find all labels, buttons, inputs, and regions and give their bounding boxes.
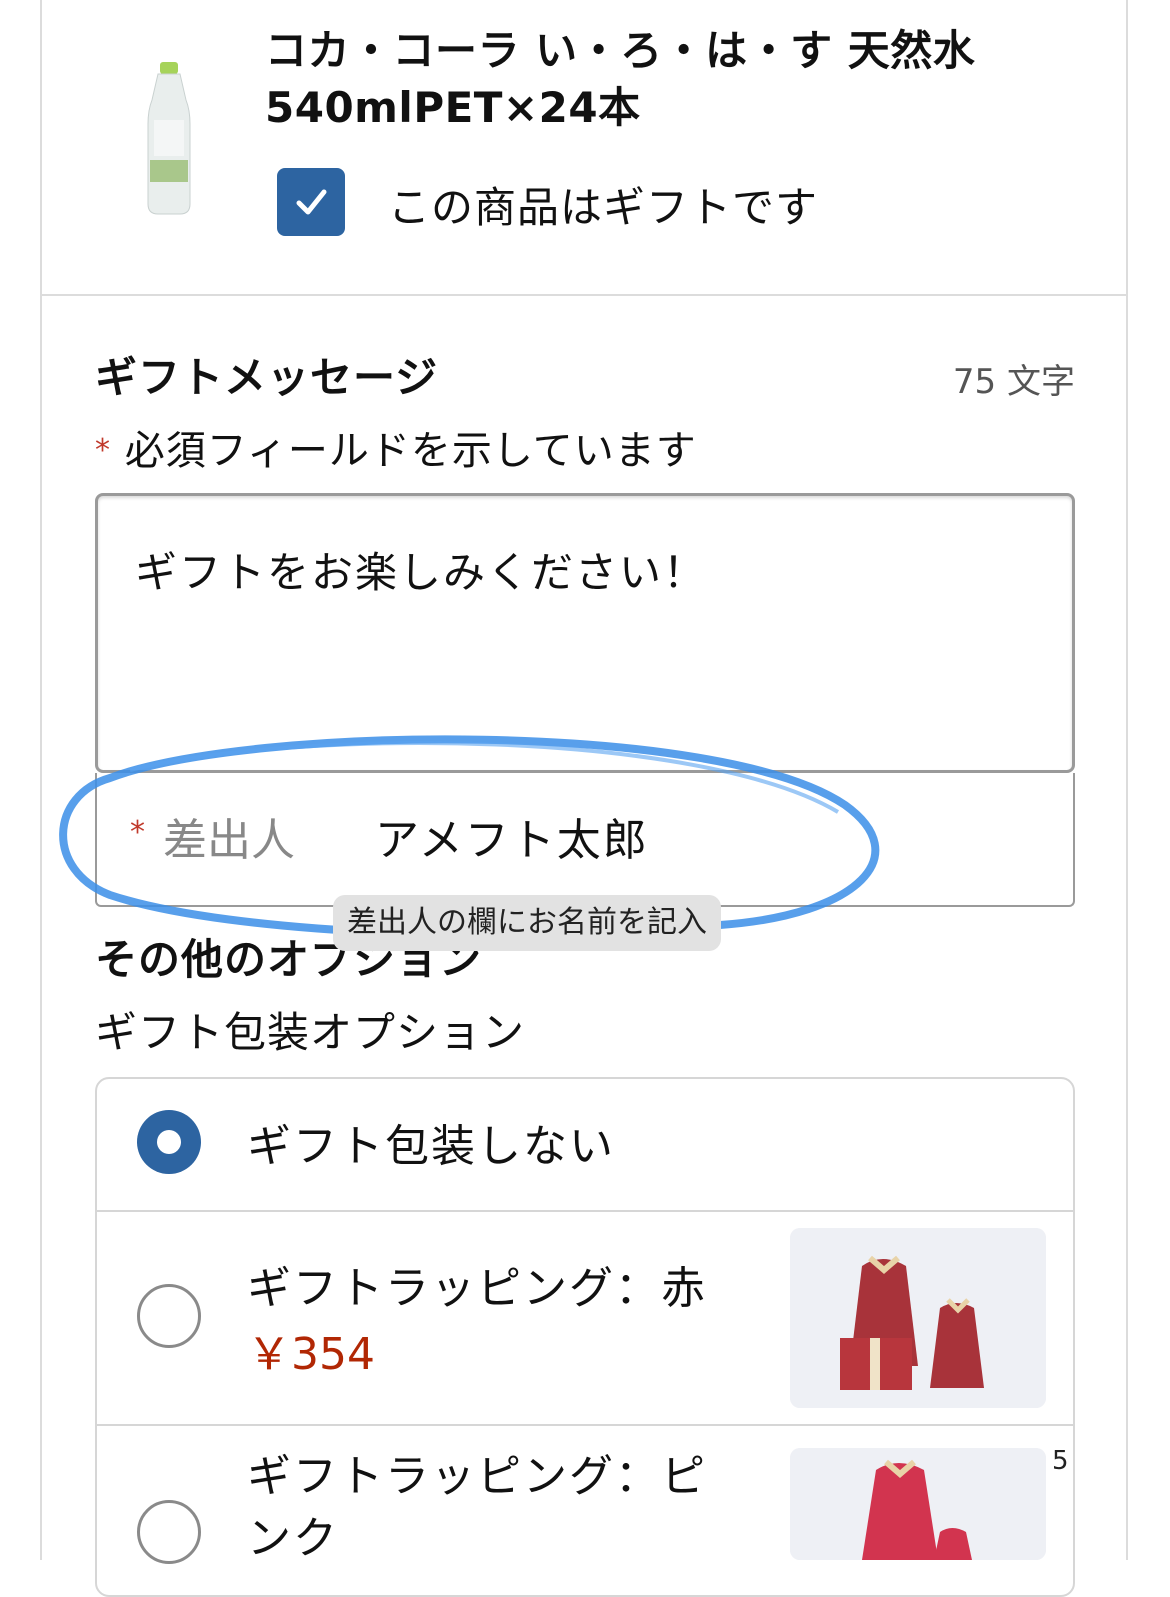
required-mark: *: [95, 433, 111, 468]
gift-message-textarea[interactable]: [95, 493, 1075, 773]
red-gift-bag-image: [790, 1228, 1046, 1408]
annotation-tooltip: 差出人の欄にお名前を記入: [333, 895, 721, 951]
gift-message-heading: ギフトメッセージ: [95, 353, 439, 402]
option-label-wrap-pink[interactable]: ギフトラッピング：ピ: [247, 1448, 707, 1506]
option-label-wrap-pink-line2[interactable]: ンク: [247, 1510, 339, 1568]
gift-wrap-heading: ギフト包装オプション: [95, 1008, 526, 1057]
page-marker: 5: [1052, 1446, 1069, 1476]
divider: [96, 1210, 1074, 1212]
radio-no-wrap[interactable]: [137, 1110, 201, 1174]
sender-label: 差出人: [163, 815, 295, 866]
product-bottle-image: [147, 62, 191, 215]
pink-gift-bag-image: [790, 1448, 1046, 1560]
char-count: 75 文字: [952, 362, 1075, 402]
radio-wrap-red[interactable]: [137, 1284, 201, 1348]
option-label-wrap-red[interactable]: ギフトラッピング：赤: [247, 1260, 707, 1318]
required-note-text: 必須フィールドを示しています: [124, 428, 697, 474]
sender-required-mark: *: [130, 815, 145, 850]
sender-input[interactable]: アメフト太郎: [375, 812, 649, 870]
checkmark-icon: [296, 189, 327, 215]
gift-checkbox[interactable]: [277, 168, 345, 236]
option-price-wrap-red: ￥354: [247, 1329, 375, 1380]
option-label-no-wrap[interactable]: ギフト包装しない: [247, 1118, 615, 1176]
gift-message-text[interactable]: ギフトをお楽しみください！: [135, 545, 707, 601]
product-title[interactable]: コカ・コーラ い・ろ・は・す 天然水540mlPET×24本: [265, 22, 1125, 136]
required-note: * 必須フィールドを示しています: [95, 424, 697, 478]
divider: [42, 294, 1126, 296]
radio-wrap-pink[interactable]: [137, 1500, 201, 1564]
divider: [96, 1424, 1074, 1426]
gift-checkbox-label[interactable]: この商品はギフトです: [388, 180, 818, 236]
